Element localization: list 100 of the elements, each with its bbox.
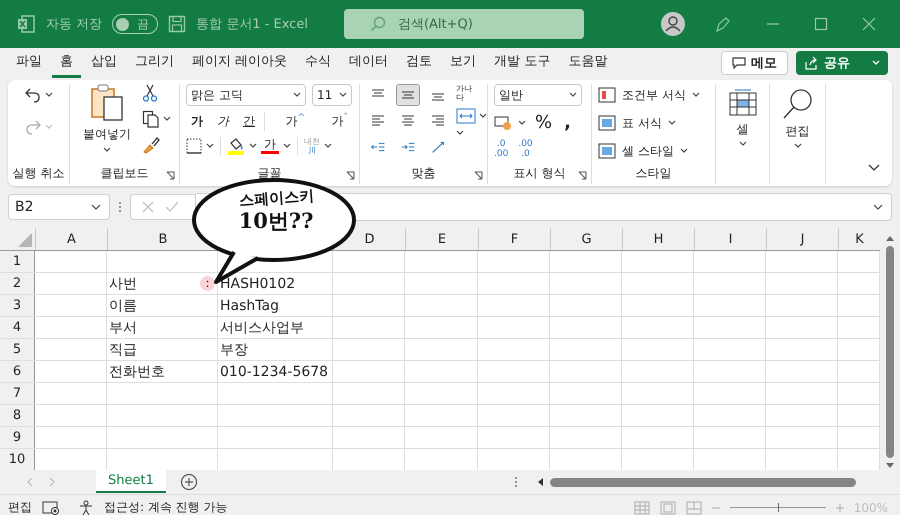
fill-bucket-icon[interactable] <box>227 137 245 155</box>
accessibility-status[interactable]: 접근성: 계속 진행 가능 <box>104 499 228 515</box>
row-header[interactable]: 10 <box>0 449 35 470</box>
caret-icon[interactable] <box>283 143 291 149</box>
row-header[interactable]: 4 <box>0 317 35 338</box>
column-header[interactable]: A <box>67 232 76 246</box>
expand-icon[interactable] <box>873 204 883 210</box>
sheet-tab[interactable]: Sheet1 <box>96 469 166 493</box>
decrease-decimal-button[interactable]: .00 .0 <box>518 139 533 159</box>
styles-button[interactable]: 셀 스타일 <box>598 140 709 162</box>
scroll-up-icon[interactable] <box>885 234 895 242</box>
ribbon-tab[interactable]: 검토 <box>398 48 440 78</box>
caret-icon[interactable] <box>163 116 171 122</box>
paintbrush-icon[interactable] <box>142 136 160 154</box>
ribbon-tab[interactable]: 삽입 <box>83 48 125 78</box>
ribbon-tab[interactable]: 데이터 <box>341 48 396 78</box>
column-header[interactable]: J <box>800 232 804 246</box>
excel-logo-icon[interactable] <box>16 14 36 34</box>
ribbon-tab[interactable]: 개발 도구 <box>486 48 558 78</box>
add-sheet-icon[interactable] <box>180 473 198 491</box>
align-button[interactable] <box>396 84 420 106</box>
row-header[interactable]: 3 <box>0 295 35 316</box>
cells-button[interactable]: 셀 <box>728 88 758 147</box>
paste-button[interactable]: 붙여넣기 <box>76 84 138 153</box>
scroll-left-icon[interactable] <box>536 477 544 487</box>
wrap-text-button[interactable]: 가나다 <box>456 84 478 102</box>
row-header[interactable]: 6 <box>0 361 35 382</box>
column-header[interactable]: D <box>364 232 374 246</box>
currency-icon[interactable] <box>494 114 512 130</box>
scroll-down-icon[interactable] <box>885 462 895 470</box>
font-style-button[interactable]: 가 <box>186 112 208 131</box>
ribbon-tab[interactable]: 보기 <box>442 48 484 78</box>
column-header[interactable]: E <box>438 232 446 246</box>
callout-text: 스페이스키 <box>238 187 314 210</box>
copy-icon[interactable] <box>142 110 160 128</box>
pen-icon[interactable] <box>714 15 732 33</box>
borders-icon[interactable] <box>186 138 202 154</box>
row-header[interactable]: 8 <box>0 405 35 426</box>
font-style-button[interactable]: 가$^{ˇ}$ <box>326 112 353 131</box>
table-cell: 사번 <box>109 274 137 292</box>
caret-icon[interactable] <box>456 130 464 136</box>
name-box[interactable]: B2 <box>8 194 110 220</box>
column-header[interactable]: K <box>855 232 864 246</box>
font-size-dropdown[interactable]: 11 <box>312 84 352 106</box>
account-avatar-icon[interactable] <box>660 11 686 37</box>
merge-cells-icon[interactable] <box>456 108 476 124</box>
caret-icon[interactable] <box>479 113 487 119</box>
styles-button[interactable]: 조건부 서식 <box>598 84 709 106</box>
row-header[interactable]: 7 <box>0 383 35 404</box>
maximize-icon[interactable] <box>814 17 828 31</box>
font-style-button[interactable]: 가$^{^}$ <box>264 112 322 131</box>
phonetic-guide-button[interactable]: 내천 川 <box>304 137 320 155</box>
styles-button[interactable]: 표 서식 <box>598 112 709 134</box>
comments-button[interactable]: 메모 <box>721 51 788 75</box>
accessibility-icon[interactable] <box>78 500 94 515</box>
font-name-dropdown[interactable]: 맑은 고딕 <box>186 84 306 106</box>
dialog-launcher-icon[interactable] <box>166 171 175 180</box>
row-header[interactable]: 9 <box>0 427 35 448</box>
ribbon-tab[interactable]: 수식 <box>297 48 340 78</box>
column-header[interactable]: B <box>158 232 168 246</box>
close-icon[interactable] <box>862 17 876 31</box>
caret-icon[interactable] <box>324 143 332 149</box>
check-icon[interactable] <box>165 200 179 214</box>
caret-icon <box>569 92 577 98</box>
share-button[interactable]: 공유 <box>796 51 888 75</box>
caret-icon[interactable] <box>518 120 526 126</box>
save-icon[interactable] <box>168 15 186 33</box>
column-header[interactable]: I <box>728 232 732 246</box>
font-style-button[interactable]: 간 <box>238 112 260 131</box>
macro-record-icon[interactable] <box>42 500 60 514</box>
column-header[interactable]: F <box>510 232 518 246</box>
search-field[interactable]: 검색(Alt+Q) <box>398 16 548 32</box>
caret-icon[interactable] <box>45 92 53 98</box>
ribbon-tab[interactable]: 파일 <box>8 48 50 78</box>
ribbon-tab[interactable]: 페이지 레이아웃 <box>184 48 296 78</box>
cut-icon[interactable] <box>142 84 158 102</box>
dialog-launcher-icon[interactable] <box>578 171 587 180</box>
increase-decimal-button[interactable]: .0 .00 <box>494 139 508 159</box>
editing-button[interactable]: 편집 <box>782 88 814 149</box>
drag-handle-icon[interactable] <box>118 201 122 213</box>
dialog-launcher-icon[interactable] <box>346 171 355 180</box>
caret-icon[interactable] <box>206 143 214 149</box>
undo-icon[interactable] <box>24 86 42 104</box>
search-bar[interactable]: 검색(Alt+Q) <box>344 9 584 39</box>
column-header[interactable]: G <box>581 232 592 246</box>
column-header[interactable]: H <box>654 232 664 246</box>
percent-button[interactable]: % <box>532 112 556 133</box>
number-format-dropdown[interactable]: 일반 <box>494 84 582 106</box>
collapse-ribbon-icon[interactable] <box>868 164 880 172</box>
row-header[interactable]: 5 <box>0 339 35 360</box>
comma-style-button[interactable]: , <box>561 112 574 133</box>
row-header[interactable]: 2 <box>0 273 35 294</box>
dialog-launcher-icon[interactable] <box>474 171 483 180</box>
font-style-button[interactable]: 가 <box>212 112 234 131</box>
row-header[interactable]: 1 <box>0 251 35 272</box>
drag-handle-icon[interactable] <box>514 476 518 488</box>
ribbon-tab[interactable]: 도움말 <box>560 48 616 78</box>
ribbon-tab[interactable]: 그리기 <box>127 48 182 78</box>
caret-icon[interactable] <box>249 143 257 149</box>
font-color-button[interactable]: 가 <box>261 138 279 154</box>
